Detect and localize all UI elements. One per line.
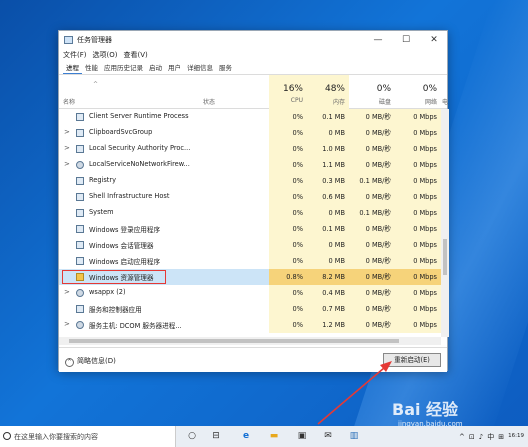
watermark-brand: Bai 经验 bbox=[392, 400, 459, 419]
taskbar: 在这里输入你要搜索的内容 ○ ⊟ e ▬ ▣ ✉ ▥ ^ ⊡ ♪ 中 ⊞ 16:… bbox=[0, 426, 528, 447]
store-icon[interactable]: ▣ bbox=[296, 430, 308, 442]
taskbar-search[interactable]: 在这里输入你要搜索的内容 bbox=[0, 426, 176, 447]
ime-indicator[interactable]: 中 bbox=[487, 432, 494, 442]
volume-icon[interactable]: ♪ bbox=[479, 433, 483, 441]
file-explorer-icon[interactable]: ▬ bbox=[268, 430, 280, 442]
mail-icon[interactable]: ✉ bbox=[322, 430, 334, 442]
baidu-watermark: Bai 经验 jingyan.baidu.com bbox=[392, 396, 463, 428]
cortana-icon[interactable]: ○ bbox=[186, 430, 198, 442]
annotation-arrow-icon bbox=[317, 361, 392, 425]
system-tray: ^ ⊡ ♪ 中 ⊞ 16:19 bbox=[459, 426, 528, 447]
clock[interactable]: 16:19 bbox=[508, 433, 524, 440]
tray-chevron-icon[interactable]: ^ bbox=[459, 433, 465, 441]
edge-icon[interactable]: e bbox=[240, 430, 252, 442]
keyboard-icon[interactable]: ⊞ bbox=[498, 433, 504, 441]
search-placeholder: 在这里输入你要搜索的内容 bbox=[14, 433, 98, 441]
task-manager-taskbar-icon[interactable]: ▥ bbox=[348, 430, 360, 442]
network-icon[interactable]: ⊡ bbox=[469, 433, 475, 441]
search-icon bbox=[3, 432, 11, 440]
task-view-icon[interactable]: ⊟ bbox=[210, 430, 222, 442]
